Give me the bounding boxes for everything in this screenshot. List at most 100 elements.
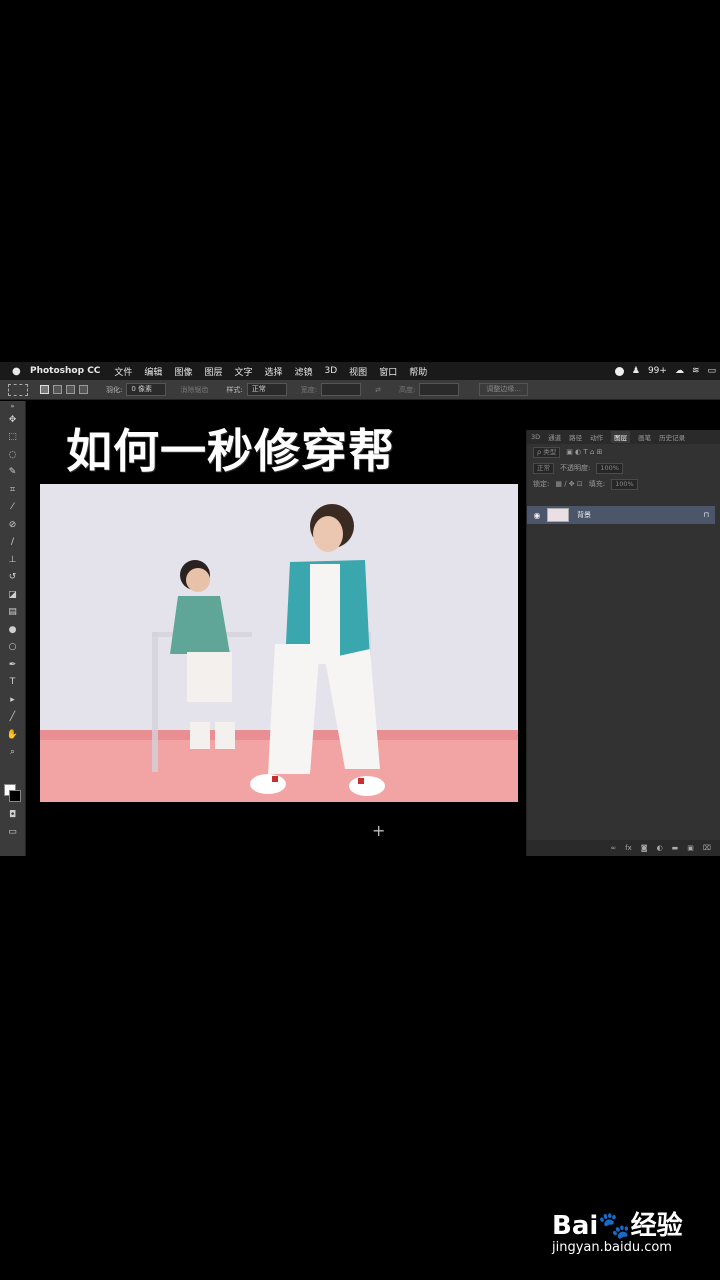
line-tool-icon[interactable]: ╱: [0, 709, 25, 727]
marquee-preset-icon[interactable]: [8, 383, 28, 396]
layer-row[interactable]: ◉ 背景 ⊓: [527, 506, 715, 524]
photo-illustration: [40, 484, 518, 802]
options-bar: 羽化: 0 像素 消除锯齿 样式: 正常 宽度: ⇄ 高度: 调整边缘...: [0, 380, 720, 400]
record-icon[interactable]: [614, 366, 624, 376]
photo-image[interactable]: [40, 484, 518, 802]
antialias-checkbox[interactable]: 消除锯齿: [180, 385, 208, 395]
crop-tool-icon[interactable]: ⌗: [0, 481, 25, 499]
lock-label: 锁定:: [533, 480, 550, 488]
document-canvas[interactable]: 如何一秒修穿帮 +: [26, 401, 526, 856]
layer-name[interactable]: 背景: [577, 510, 591, 520]
title-overlay-text: 如何一秒修穿帮: [66, 424, 395, 478]
blur-tool-icon[interactable]: ●: [0, 621, 25, 639]
mac-menu-bar: ● Photoshop CC 文件 编辑 图像 图层 文字 选择 滤镜 3D 视…: [0, 362, 720, 380]
pen-tool-icon[interactable]: ✒: [0, 656, 25, 674]
feather-input[interactable]: 0 像素: [126, 383, 167, 396]
eye-icon[interactable]: ◉: [527, 511, 547, 520]
menu-layer[interactable]: 图层: [204, 365, 222, 378]
baidu-watermark: Bai🐾经验 jingyan.baidu.com: [552, 1205, 692, 1255]
menu-view[interactable]: 视图: [349, 365, 367, 378]
apple-icon[interactable]: ●: [12, 366, 30, 377]
lasso-tool-icon[interactable]: ◌: [0, 446, 25, 464]
dodge-tool-icon[interactable]: ○: [0, 639, 25, 657]
new-selection-icon[interactable]: [40, 385, 49, 394]
gradient-icon[interactable]: ▤: [0, 604, 25, 622]
lock-icon: ⊓: [703, 511, 709, 519]
menu-help[interactable]: 帮助: [409, 365, 427, 378]
quick-select-icon[interactable]: ✎: [0, 464, 25, 482]
tab-3d[interactable]: 3D: [531, 433, 540, 441]
tab-channels[interactable]: 通道: [548, 432, 561, 442]
healing-brush-icon[interactable]: ⊘: [0, 516, 25, 534]
app-menu[interactable]: Photoshop CC: [30, 366, 100, 376]
fx-icon[interactable]: fx: [625, 844, 632, 852]
menu-image[interactable]: 图像: [174, 365, 192, 378]
menu-file[interactable]: 文件: [114, 365, 132, 378]
opacity-input[interactable]: 100%: [596, 462, 623, 474]
filter-icons[interactable]: ▣ ◐ T ⌂ ⊞: [566, 448, 602, 456]
fill-input[interactable]: 100%: [611, 478, 638, 490]
qq-icon[interactable]: ♟: [632, 366, 640, 376]
style-select[interactable]: 正常: [246, 383, 287, 396]
lock-icons[interactable]: ▦ ∕ ✥ ⊡: [555, 480, 582, 488]
fill-label: 填充:: [588, 480, 606, 488]
type-tool-icon[interactable]: T: [0, 674, 25, 692]
tab-actions[interactable]: 动作: [590, 432, 603, 442]
quick-mask-icon[interactable]: ◘: [0, 806, 25, 824]
battery-icon: ▭: [707, 366, 716, 376]
clone-stamp-icon[interactable]: ⊥: [0, 551, 25, 569]
layers-footer: ∞ fx ◙ ◐ ▬ ▣ ⌧: [527, 840, 720, 856]
intersect-selection-icon[interactable]: [79, 385, 88, 394]
wechat-icon[interactable]: ☁: [675, 366, 684, 376]
mask-icon[interactable]: ◙: [641, 844, 648, 852]
tab-paths[interactable]: 路径: [569, 432, 582, 442]
refine-edge-button[interactable]: 调整边缘...: [479, 383, 528, 396]
marquee-tool-icon[interactable]: ⬚: [0, 429, 25, 447]
subtract-selection-icon[interactable]: [66, 385, 75, 394]
tab-layers[interactable]: 图层: [611, 431, 631, 443]
trash-icon[interactable]: ⌧: [703, 844, 711, 852]
folder-icon[interactable]: ▬: [672, 844, 679, 852]
menu-edit[interactable]: 编辑: [144, 365, 162, 378]
adjustment-icon[interactable]: ◐: [657, 844, 663, 852]
style-label: 样式:: [226, 385, 243, 394]
screen-mode-icon[interactable]: ▭: [0, 823, 25, 841]
move-tool-icon[interactable]: ✥: [0, 411, 25, 429]
layer-filter-select[interactable]: ρ 类型: [533, 446, 561, 458]
add-selection-icon[interactable]: [53, 385, 62, 394]
menu-3d[interactable]: 3D: [325, 366, 338, 376]
layer-thumbnail: [547, 508, 569, 522]
collapse-icon[interactable]: »: [0, 401, 25, 411]
hand-tool-icon[interactable]: ✋: [0, 726, 25, 744]
wifi-icon[interactable]: ≋: [692, 366, 700, 376]
eyedropper-icon[interactable]: ⁄: [0, 499, 25, 517]
height-input[interactable]: [419, 383, 460, 396]
width-label: 宽度:: [300, 385, 318, 394]
history-brush-icon[interactable]: ↺: [0, 569, 25, 587]
status-area: ♟ 99+ ☁ ≋ ▭: [614, 362, 716, 380]
blend-row: 正常 不透明度: 100%: [527, 460, 720, 476]
menu-type[interactable]: 文字: [234, 365, 252, 378]
menu-select[interactable]: 选择: [264, 365, 282, 378]
menu-window[interactable]: 窗口: [379, 365, 397, 378]
layers-panel: 3D 通道 路径 动作 图层 画笔 历史记录 ρ 类型 ▣ ◐ T ⌂ ⊞ 正常…: [526, 430, 720, 856]
menu-filter[interactable]: 滤镜: [295, 365, 313, 378]
height-label: 高度:: [398, 385, 416, 394]
width-input[interactable]: [321, 383, 362, 396]
notification-count: 99+: [647, 366, 667, 376]
swap-icon[interactable]: ⇄: [375, 386, 381, 394]
background-color-swatch[interactable]: [9, 790, 21, 802]
tab-brushes[interactable]: 画笔: [638, 432, 651, 442]
link-icon[interactable]: ∞: [610, 844, 616, 852]
brush-tool-icon[interactable]: ∕: [0, 534, 25, 552]
path-select-icon[interactable]: ▸: [0, 691, 25, 709]
new-layer-icon[interactable]: ▣: [687, 844, 694, 852]
filter-row: ρ 类型 ▣ ◐ T ⌂ ⊞: [527, 444, 720, 460]
watermark-url: jingyan.baidu.com: [552, 1240, 672, 1255]
opacity-label: 不透明度:: [560, 464, 591, 472]
eraser-icon[interactable]: ◪: [0, 586, 25, 604]
zoom-tool-icon[interactable]: ⌕: [0, 744, 25, 762]
tab-history[interactable]: 历史记录: [659, 432, 685, 442]
crosshair-cursor-icon: +: [372, 821, 386, 840]
blend-mode-select[interactable]: 正常: [533, 462, 554, 474]
